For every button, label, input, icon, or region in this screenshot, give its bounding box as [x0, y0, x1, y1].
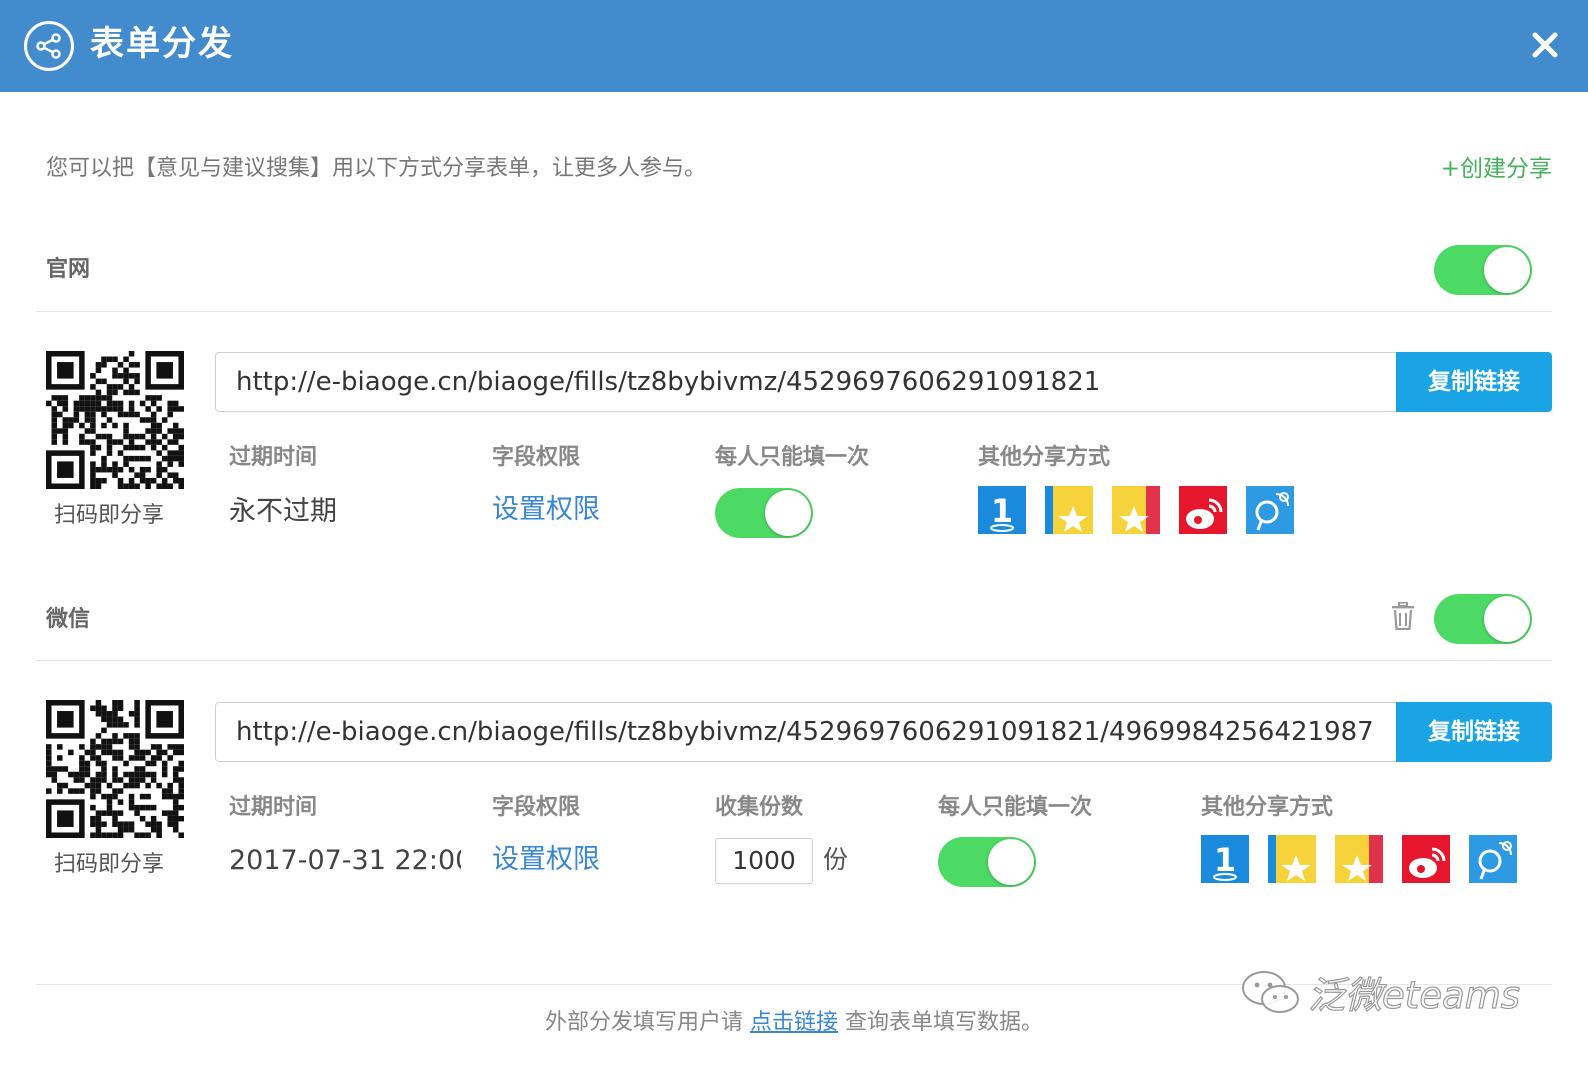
- close-icon[interactable]: [1528, 28, 1562, 62]
- qr-caption: 扫码即分享: [54, 852, 165, 877]
- set-permission-link[interactable]: 设置权限: [492, 840, 600, 880]
- expire-label: 过期时间: [229, 795, 318, 820]
- share-url-field[interactable]: http://e-biaoge.cn/biaoge/fills/tz8bybiv…: [215, 352, 1396, 412]
- share-1-icon[interactable]: 1: [1201, 835, 1249, 883]
- section-label-wechat: 微信: [46, 607, 91, 632]
- toggle-knob: [765, 490, 811, 536]
- toggle-knob: [1484, 596, 1530, 642]
- section-label-website: 官网: [46, 257, 91, 282]
- toggle-knob: [1484, 247, 1530, 293]
- trash-icon[interactable]: [1391, 601, 1415, 632]
- qr-code: [46, 700, 184, 838]
- share-icons-row: 1: [1201, 835, 1519, 883]
- other-share-label: 其他分享方式: [978, 445, 1111, 470]
- section-divider: [36, 660, 1552, 661]
- share-url-field[interactable]: http://e-biaoge.cn/biaoge/fills/tz8bybiv…: [215, 702, 1396, 762]
- watermark: 泛微eteams: [1240, 962, 1521, 1022]
- weibo-icon[interactable]: [1179, 486, 1227, 534]
- perm-label: 字段权限: [492, 795, 581, 820]
- expire-value: 永不过期: [229, 496, 337, 527]
- share-1-icon[interactable]: 1: [978, 486, 1026, 534]
- footer-query-link[interactable]: 点击链接: [750, 1010, 838, 1035]
- footer-suffix: 查询表单填写数据。: [845, 1010, 1044, 1035]
- once-toggle[interactable]: [938, 837, 1036, 887]
- qzone-star-icon-2[interactable]: [1335, 835, 1383, 883]
- intro-text: 您可以把【意见与建议搜集】用以下方式分享表单，让更多人参与。: [46, 156, 707, 181]
- other-share-label: 其他分享方式: [1201, 795, 1334, 820]
- dialog-title: 表单分发: [90, 24, 234, 64]
- share-icons-row: 1: [978, 486, 1296, 534]
- section-toggle-website[interactable]: [1434, 245, 1532, 295]
- expire-label: 过期时间: [229, 445, 318, 470]
- watermark-text: 泛微eteams: [1307, 973, 1521, 1017]
- qr-caption: 扫码即分享: [54, 503, 165, 528]
- create-share-link[interactable]: +创建分享: [1441, 152, 1552, 186]
- count-label: 收集份数: [715, 795, 804, 820]
- dialog-header: 表单分发: [0, 0, 1588, 92]
- once-toggle[interactable]: [715, 488, 813, 538]
- perm-label: 字段权限: [492, 445, 581, 470]
- weibo-icon[interactable]: [1402, 835, 1450, 883]
- count-unit: 份: [823, 845, 849, 874]
- section-toggle-wechat[interactable]: [1434, 594, 1532, 644]
- qzone-star-icon[interactable]: [1268, 835, 1316, 883]
- wechat-logo-icon: [1242, 971, 1299, 1013]
- copy-link-button[interactable]: 复制链接: [1396, 352, 1552, 412]
- tencent-weibo-icon[interactable]: [1246, 486, 1294, 534]
- qzone-star-icon[interactable]: [1045, 486, 1093, 534]
- once-label: 每人只能填一次: [938, 795, 1093, 820]
- expire-value[interactable]: 2017-07-31 22:00: [229, 841, 461, 881]
- copy-link-button[interactable]: 复制链接: [1396, 702, 1552, 762]
- qr-code: [46, 351, 184, 489]
- count-input[interactable]: 1000: [715, 838, 813, 884]
- section-divider: [36, 311, 1552, 312]
- tencent-weibo-icon[interactable]: [1469, 835, 1517, 883]
- toggle-knob: [988, 839, 1034, 885]
- once-label: 每人只能填一次: [715, 445, 870, 470]
- share-icon: [24, 21, 74, 71]
- set-permission-link[interactable]: 设置权限: [492, 490, 600, 530]
- footer-prefix: 外部分发填写用户请: [544, 1010, 743, 1035]
- qzone-star-icon-2[interactable]: [1112, 486, 1160, 534]
